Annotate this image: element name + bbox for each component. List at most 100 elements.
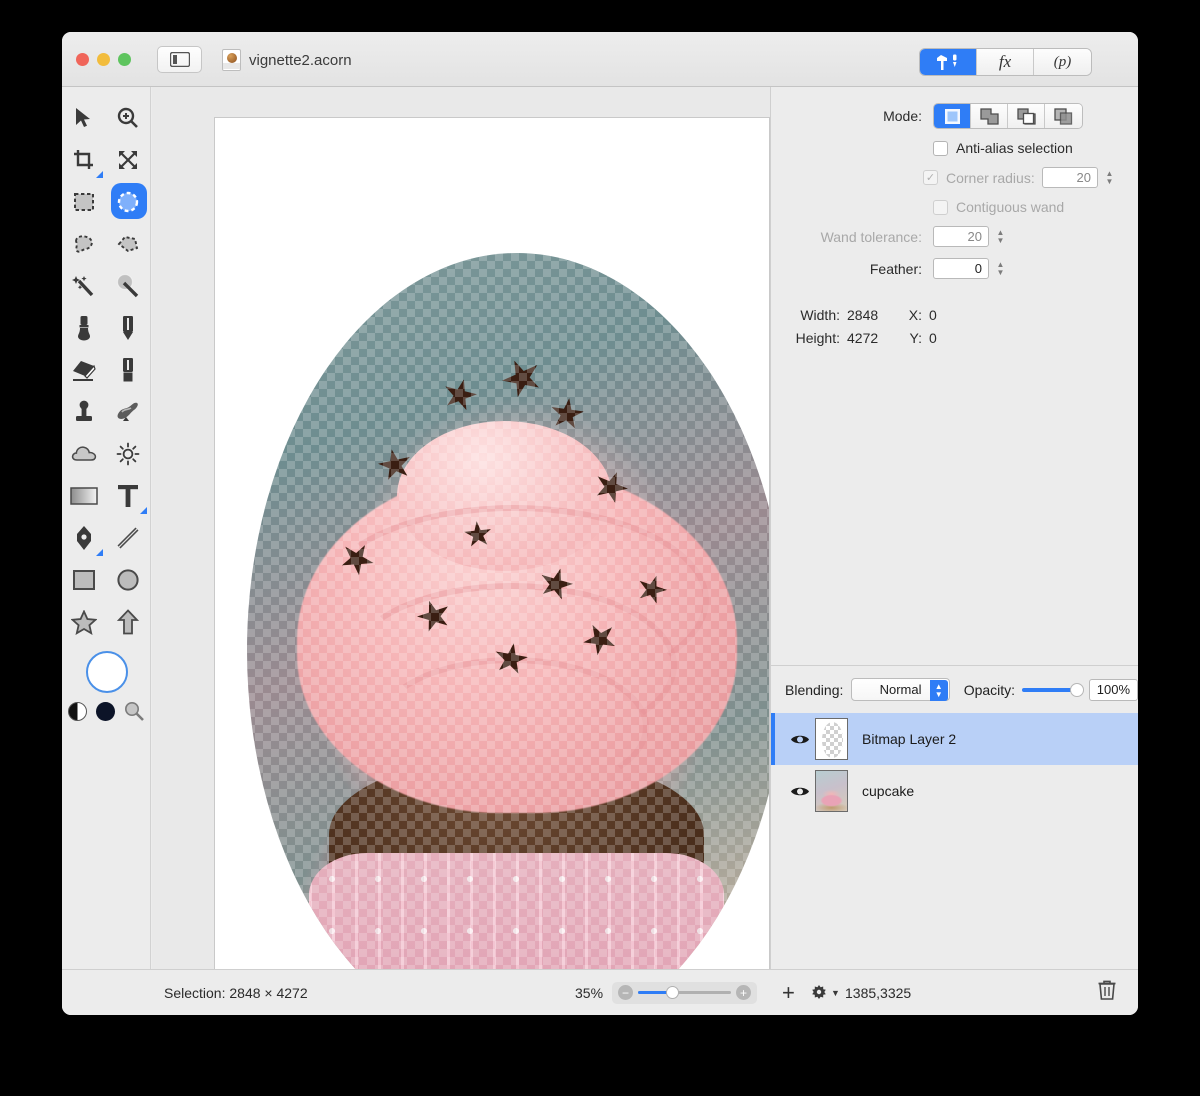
- bezier-pen-tool[interactable]: [62, 517, 106, 559]
- clone-stamp-tool[interactable]: [62, 391, 106, 433]
- selection-size-status: Selection: 2848 × 4272: [164, 984, 308, 1001]
- selection-new-icon: [944, 108, 960, 124]
- zoom-button[interactable]: [118, 53, 131, 66]
- loupe-icon[interactable]: [124, 701, 145, 722]
- wand-tolerance-row: Wand tolerance: 20 ▲ ▼: [771, 226, 1138, 247]
- move-tool[interactable]: [62, 97, 106, 139]
- layer-visibility-toggle[interactable]: [785, 733, 815, 746]
- x-label: X:: [908, 307, 922, 323]
- opacity-slider[interactable]: [1022, 682, 1084, 697]
- contiguous-wand-row: Contiguous wand: [771, 199, 1138, 215]
- application-window: vignette2.acorn fx (p) Mode: Anti-alias …: [62, 32, 1138, 1015]
- lasso-tool[interactable]: [62, 223, 106, 265]
- cursor-coordinates: 1385,3325: [845, 984, 912, 1001]
- feather-input[interactable]: 0: [933, 258, 989, 279]
- selection-intersect-icon: [1054, 107, 1073, 125]
- ellipse-shape-tool[interactable]: [106, 559, 150, 601]
- text-tool[interactable]: [106, 475, 150, 517]
- add-to-selection-button[interactable]: [971, 104, 1008, 128]
- subtract-selection-button[interactable]: [1008, 104, 1045, 128]
- layer-name[interactable]: cupcake: [862, 783, 914, 799]
- corner-radius-input[interactable]: 20: [1042, 167, 1098, 188]
- smudge-icon: [117, 402, 138, 421]
- blur-tool[interactable]: [62, 433, 106, 475]
- marquee-ellipse-icon: [117, 191, 139, 213]
- half-filled-circle-icon[interactable]: [68, 702, 87, 721]
- cupcake-photo-thumb: [816, 771, 847, 811]
- cupcake-photo: [247, 253, 769, 1012]
- contiguous-wand-checkbox[interactable]: [933, 199, 948, 215]
- layer-row[interactable]: cupcake: [771, 765, 1138, 817]
- sidebar-toggle-icon: [169, 52, 190, 67]
- zoom-in-icon[interactable]: +: [736, 985, 751, 1000]
- x-value: 0: [929, 307, 937, 323]
- trash-icon: [1098, 980, 1116, 1000]
- magnifier-plus-icon: [117, 107, 138, 128]
- canvas-area[interactable]: [152, 87, 770, 1013]
- feather-stepper[interactable]: ▲ ▼: [994, 258, 1007, 279]
- magic-wand-tool[interactable]: [62, 265, 106, 307]
- tab-tools[interactable]: [920, 49, 977, 75]
- height-label: Height:: [795, 330, 840, 346]
- marker-tool[interactable]: [106, 349, 150, 391]
- rectangle-select-tool[interactable]: [62, 181, 106, 223]
- layer-thumbnail: [815, 718, 848, 760]
- anti-alias-label: Anti-alias selection: [956, 140, 1073, 156]
- eraser-tool[interactable]: [62, 349, 106, 391]
- brush-tool[interactable]: [62, 307, 106, 349]
- rectangle-shape-tool[interactable]: [62, 559, 106, 601]
- arrow-cursor-icon: [76, 108, 90, 127]
- image-canvas[interactable]: [214, 117, 770, 1013]
- transform-tool[interactable]: [106, 139, 150, 181]
- smudge-tool[interactable]: [106, 391, 150, 433]
- title-bar: vignette2.acorn fx (p): [62, 32, 1138, 87]
- opacity-slider-knob[interactable]: [1069, 682, 1084, 697]
- instant-alpha-icon: [117, 274, 139, 298]
- status-bar: Selection: 2848 × 4272 35% − + + ▼ 1385,…: [62, 969, 1138, 1015]
- corner-radius-stepper[interactable]: ▲ ▼: [1103, 167, 1116, 188]
- close-button[interactable]: [76, 53, 89, 66]
- anti-alias-checkbox[interactable]: [933, 140, 948, 156]
- chevron-down-icon: ▼: [831, 987, 840, 998]
- delete-layer-button[interactable]: [1098, 980, 1116, 1005]
- blending-mode-select[interactable]: Normal ▲ ▼: [851, 678, 950, 701]
- wand-tolerance-stepper[interactable]: ▲ ▼: [994, 226, 1007, 247]
- ellipse-select-tool[interactable]: [106, 181, 150, 223]
- add-layer-button[interactable]: +: [782, 980, 795, 1006]
- layer-visibility-toggle[interactable]: [785, 785, 815, 798]
- zoom-slider[interactable]: − +: [612, 981, 757, 1004]
- tool-options-corner: [140, 507, 147, 514]
- tab-palette[interactable]: (p): [1034, 49, 1091, 75]
- zoom-slider-track[interactable]: [638, 986, 731, 999]
- zoom-tool[interactable]: [106, 97, 150, 139]
- corner-radius-checkbox[interactable]: ✓: [923, 170, 938, 185]
- opacity-input[interactable]: 100%: [1088, 678, 1138, 701]
- line-tool[interactable]: [106, 517, 150, 559]
- polygon-lasso-tool[interactable]: [106, 223, 150, 265]
- crop-tool[interactable]: [62, 139, 106, 181]
- star-shape-tool[interactable]: [62, 601, 106, 643]
- intersect-selection-button[interactable]: [1045, 104, 1082, 128]
- foreground-color-well[interactable]: [62, 651, 151, 693]
- dodge-tool[interactable]: [106, 433, 150, 475]
- black-circle-icon[interactable]: [96, 702, 115, 721]
- tab-filters[interactable]: fx: [977, 49, 1034, 75]
- pen-nib-icon: [77, 526, 91, 550]
- instant-alpha-tool[interactable]: [106, 265, 150, 307]
- minimize-button[interactable]: [97, 53, 110, 66]
- pencil-tool[interactable]: [106, 307, 150, 349]
- blending-label: Blending:: [785, 681, 844, 698]
- new-selection-button[interactable]: [934, 104, 971, 128]
- sidebar-toggle-button[interactable]: [157, 46, 202, 73]
- marquee-rect-icon: [74, 193, 94, 211]
- layer-name[interactable]: Bitmap Layer 2: [862, 731, 956, 747]
- arrow-shape-tool[interactable]: [106, 601, 150, 643]
- zoom-slider-knob[interactable]: [666, 986, 679, 999]
- gradient-tool[interactable]: [62, 475, 106, 517]
- wand-tolerance-input[interactable]: 20: [933, 226, 989, 247]
- layer-row[interactable]: Bitmap Layer 2: [771, 713, 1138, 765]
- zoom-out-icon[interactable]: −: [618, 985, 633, 1000]
- layer-actions-button[interactable]: ▼: [810, 984, 840, 1002]
- mode-label: Mode:: [883, 108, 922, 124]
- layer-list: Bitmap Layer 2 cupcake: [771, 713, 1138, 817]
